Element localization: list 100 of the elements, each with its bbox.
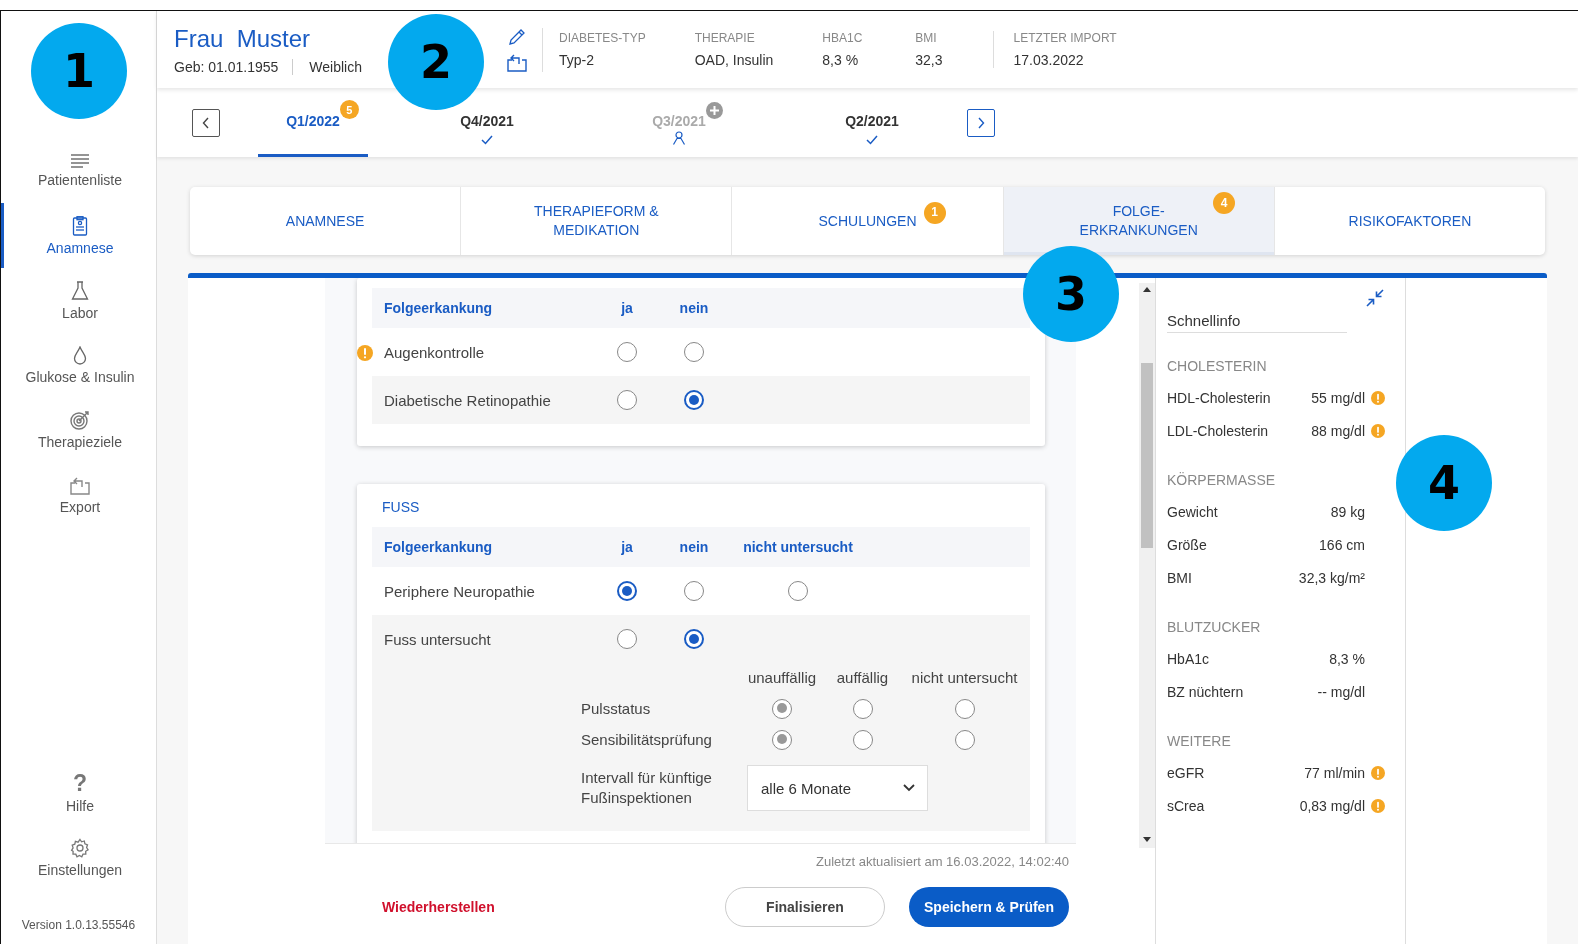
sidebar-item[interactable]: Glukose & Insulin xyxy=(1,333,156,398)
count-badge: 1 xyxy=(923,201,946,224)
info-label: sCrea xyxy=(1167,797,1206,814)
group-heading: BLUTZUCKER xyxy=(1167,619,1262,635)
chevron-down-icon xyxy=(903,784,915,792)
target-icon xyxy=(70,411,90,430)
info-value: 166 cm xyxy=(1319,536,1365,553)
quarter-label: Q4/2021 xyxy=(460,113,514,129)
stat-value: 17.03.2022 xyxy=(1013,52,1085,68)
stat-value: 8,3 % xyxy=(822,52,860,68)
next-button[interactable] xyxy=(967,108,995,137)
sidebar-item[interactable]: Patientenliste xyxy=(1,138,156,203)
info-label: HbA1c xyxy=(1167,650,1211,667)
radio-button[interactable] xyxy=(684,629,704,649)
column-header: nicht untersucht xyxy=(910,668,1019,688)
radio-button[interactable] xyxy=(684,390,704,410)
section-title: FUSS xyxy=(381,498,421,517)
help-icon: ? xyxy=(72,771,88,794)
sidebar-item[interactable]: ? Hilfe xyxy=(1,760,156,825)
column-header: nicht untersucht xyxy=(742,539,854,555)
settings-icon xyxy=(70,837,90,858)
group-heading: CHOLESTERIN xyxy=(1167,358,1268,374)
radio-button[interactable] xyxy=(684,581,704,601)
info-value: 88 mg/dl xyxy=(1311,422,1365,439)
collapse-icon[interactable] xyxy=(1365,288,1385,308)
scrollbar[interactable] xyxy=(1139,283,1155,848)
row-label: Periphere Neuropathie xyxy=(383,582,536,600)
quarter-tab[interactable]: Q4/2021 xyxy=(432,112,542,157)
restore-link[interactable]: Wiederherstellen xyxy=(382,899,725,915)
row-label: Pulsstatus xyxy=(581,699,652,719)
info-value: -- mg/dl xyxy=(1317,683,1365,700)
info-value: 32,3 kg/m² xyxy=(1298,569,1365,586)
radio-button[interactable] xyxy=(617,629,637,649)
sidebar-item[interactable]: Einstellungen xyxy=(1,825,156,890)
chevron-right-icon xyxy=(977,116,985,129)
export-icon xyxy=(70,476,90,495)
document-icon xyxy=(72,215,88,236)
scrollbar-thumb[interactable] xyxy=(1141,363,1153,548)
sidebar-item[interactable]: Export xyxy=(1,463,156,528)
panel-title: Schnellinfo xyxy=(1167,288,1347,333)
version-text: Version 1.0.13.55546 xyxy=(20,918,137,932)
info-label: LDL-Cholesterin xyxy=(1167,422,1270,439)
quarter-label: Q2/2021 xyxy=(845,113,899,129)
row-label: Fuss untersucht xyxy=(383,630,492,648)
info-value: 0,83 mg/dl xyxy=(1299,797,1365,814)
birth-date: Geb: 01.01.1955 xyxy=(174,58,294,75)
gender: Weiblich xyxy=(309,58,362,75)
section-tab[interactable]: ANAMNESE xyxy=(190,187,462,255)
quarter-label: Q1/2022 xyxy=(286,113,340,129)
radio-button[interactable] xyxy=(617,342,637,362)
info-label: HDL-Cholesterin xyxy=(1167,389,1272,406)
stat-label: THERAPIE xyxy=(694,31,756,45)
scroll-down-icon[interactable] xyxy=(1143,837,1151,842)
info-label: eGFR xyxy=(1167,764,1206,781)
stat-value: Typ-2 xyxy=(559,52,595,68)
column-header: ja xyxy=(620,539,634,555)
last-updated-text: Zuletzt aktualisiert am 16.03.2022, 14:02:40 xyxy=(815,854,1069,869)
stat-label: DIABETES-TYP xyxy=(559,31,646,45)
sidebar-item[interactable]: Therapieziele xyxy=(1,398,156,463)
radio-button[interactable] xyxy=(684,342,704,362)
radio-button[interactable] xyxy=(788,581,808,601)
column-header: unauffällig xyxy=(746,668,818,688)
radio-button[interactable] xyxy=(617,390,637,410)
flask-icon xyxy=(71,280,89,301)
info-value: 89 kg xyxy=(1330,503,1365,520)
column-header: Folgeerkankung xyxy=(383,300,494,316)
edit-icon[interactable] xyxy=(508,27,526,46)
section-tab[interactable]: FOLGE-ERKRANKUNGEN 4 xyxy=(1003,187,1275,255)
stat-value: 32,3 xyxy=(915,52,943,68)
count-badge: 5 xyxy=(339,100,359,119)
stat-label: LETZTER IMPORT xyxy=(1013,31,1117,45)
info-label: Gewicht xyxy=(1167,503,1219,520)
patient-name: Frau Muster xyxy=(174,24,312,53)
stat-label: BMI xyxy=(915,31,938,45)
save-button[interactable]: Speichern & Prüfen xyxy=(909,887,1069,927)
count-badge: 4 xyxy=(1213,192,1236,214)
info-value: 55 mg/dl xyxy=(1311,389,1365,406)
chevron-left-icon xyxy=(202,116,210,129)
export-icon[interactable] xyxy=(507,53,527,72)
drop-icon xyxy=(73,346,87,365)
finalize-button[interactable]: Finalisieren xyxy=(725,887,885,927)
info-label: Größe xyxy=(1167,536,1208,553)
column-header: auffällig xyxy=(835,668,890,688)
row-label: Augenkontrolle xyxy=(372,343,594,361)
section-tab[interactable]: THERAPIEFORM & MEDIKATION xyxy=(461,187,733,255)
radio-button[interactable] xyxy=(617,581,637,601)
quarter-label: Q3/2021 xyxy=(652,113,706,129)
info-label: BMI xyxy=(1167,569,1193,586)
sidebar-item[interactable]: Labor xyxy=(1,268,156,333)
column-header: ja xyxy=(620,300,634,316)
scroll-up-icon[interactable] xyxy=(1143,287,1151,292)
group-heading: KÖRPERMASSE xyxy=(1167,472,1277,488)
info-value: 77 ml/min xyxy=(1304,764,1365,781)
field-label: Intervall für künftige Fußinspektionen xyxy=(581,768,713,808)
list-icon xyxy=(70,153,90,168)
section-tab[interactable]: RISIKOFAKTOREN xyxy=(1274,187,1545,255)
stat-label: HBA1C xyxy=(822,31,863,45)
quarter-tab[interactable]: Q2/2021 xyxy=(817,112,927,157)
previous-button[interactable] xyxy=(192,108,220,137)
column-header: Folgeerkankung xyxy=(383,539,494,555)
